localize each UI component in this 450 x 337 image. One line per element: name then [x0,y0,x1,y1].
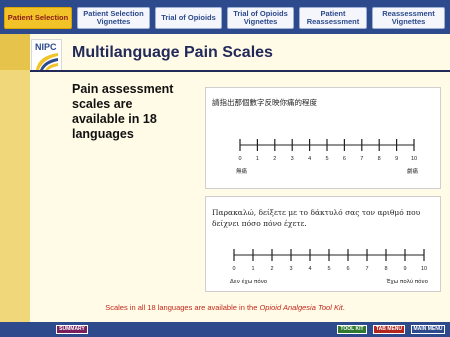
scale-tick-label: 5 [327,266,330,272]
scale-tick-label: 9 [403,266,406,272]
greek-pain-scale-card: Παρακαλώ, δείξετε με το δάκτυλό σας τον … [205,196,441,292]
tab-reassessment-vignettes[interactable]: Reassessment Vignettes [372,7,445,29]
main-menu-button[interactable]: MAIN MENU [411,325,445,334]
svg-text:NIPC: NIPC [35,42,57,52]
scale-tick-label: 6 [343,156,346,162]
tab-trial-of-opioids[interactable]: Trial of Opioids [155,7,222,29]
tab-label: Trial of Opioids [161,12,216,22]
scale-tick-label: 3 [289,266,292,272]
caption: Scales in all 18 languages are available… [0,303,450,312]
left-decor-bar [0,34,30,322]
tab-trial-of-opioids-vignettes[interactable]: Trial of Opioids Vignettes [227,7,294,29]
scale-right-anchor: 劇痛 [407,167,419,175]
tab-patient-reassessment[interactable]: Patient Reassessment [299,7,367,29]
nipc-logo: NIPC [31,39,62,71]
tab-label: Patient Selection [7,12,69,22]
bottom-navigation: SUMMARY TOOL KIT TAB MENU MAIN MENU [0,322,450,337]
scale-tick-label: 1 [251,266,254,272]
page-title: Multilanguage Pain Scales [72,44,273,61]
scale-tick-label: 8 [384,266,387,272]
scale-tick-label: 5 [325,156,328,162]
summary-button[interactable]: SUMMARY [56,325,88,334]
scale-left-anchor: Δεν έχω πόνο [230,278,268,285]
scale-right-anchor: Έχω πολύ πόνο [385,278,428,285]
scale-tick-label: 0 [232,266,235,272]
scale-tick-label: 7 [360,156,363,162]
scale-tick-label: 1 [256,156,259,162]
scale-tick-label: 2 [273,156,276,162]
scale-tick-label: 8 [378,156,381,162]
scale-tick-label: 6 [346,266,349,272]
caption-period: . [342,303,345,312]
tab-menu-button[interactable]: TAB MENU [373,325,405,334]
lede-text: Pain assessment scales are available in … [72,82,174,141]
tab-label: Trial of Opioids Vignettes [233,8,288,26]
scale-tick-label: 4 [308,266,311,272]
scale-tick-label: 3 [291,156,294,162]
tab-label: Patient Selection Vignettes [83,8,144,26]
tab-patient-selection-vignettes[interactable]: Patient Selection Vignettes [77,7,150,29]
left-decor-band [0,34,30,70]
tab-label: Patient Reassessment [306,8,360,26]
scale-tick-label: 4 [308,156,311,162]
title-divider [30,70,450,72]
tab-label: Reassessment Vignettes [382,8,435,26]
caption-text: Scales in all 18 languages are available… [105,303,260,312]
tool-kit-button[interactable]: TOOL KIT [337,325,367,334]
scale-tick-label: 2 [270,266,273,272]
tab-patient-selection[interactable]: Patient Selection [4,7,72,29]
scale-tick-label: 9 [395,156,398,162]
chinese-scale-line: 0 1 2 3 4 5 6 7 8 9 10 無痛 劇痛 [236,139,419,175]
chinese-pain-scale-card: 請指出那個數字反映你痛的程度 0 1 2 3 4 5 6 7 8 9 10 無痛 劇痛 [205,87,441,189]
top-navigation: Patient Selection Patient Selection Vign… [0,0,450,34]
scale-tick-label: 10 [411,156,417,162]
greek-scale-line: 0 1 2 3 4 5 6 7 8 9 10 Δεν έχω πόνο Έχω πολύ πόνο [230,249,429,285]
scale-tick-label: 0 [238,156,241,162]
scale-left-anchor: 無痛 [236,167,248,175]
scale-tick-label: 10 [421,266,427,272]
scale-tick-label: 7 [365,266,368,272]
caption-italic: Opioid Analgesia Tool Kit [259,303,343,312]
